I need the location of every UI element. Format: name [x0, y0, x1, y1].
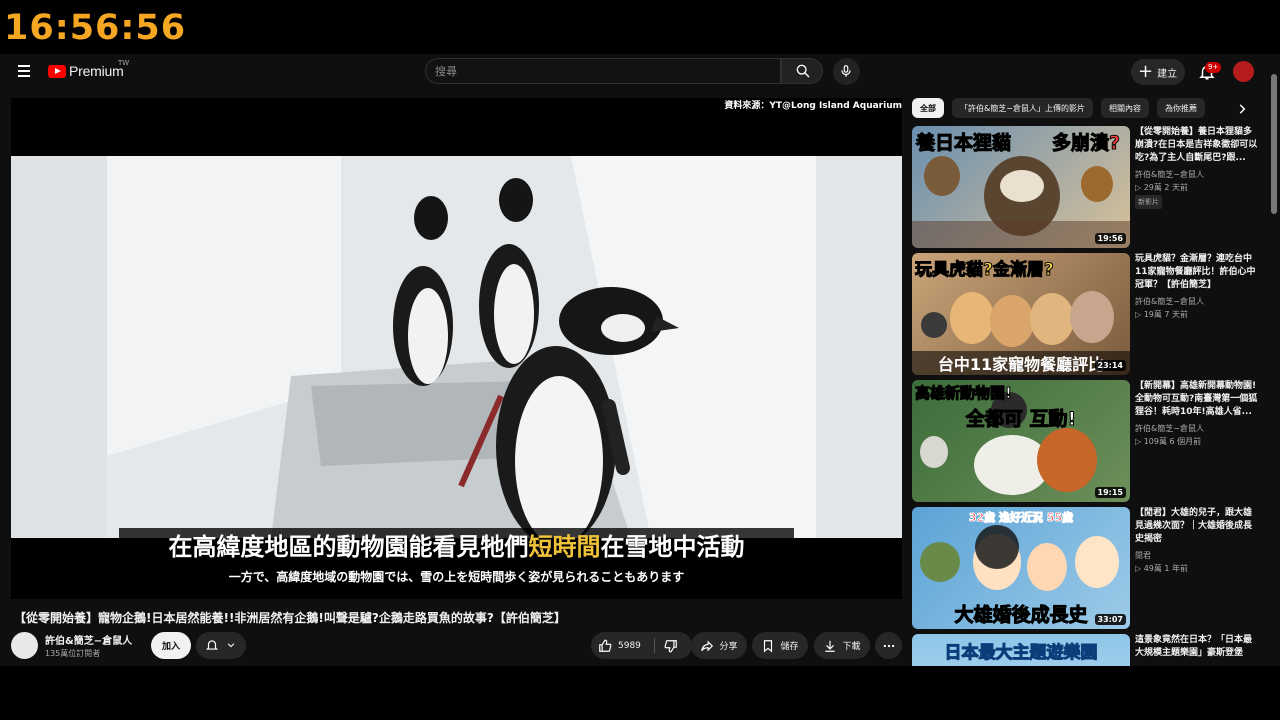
related-video-item[interactable]: 32歲 逸好近況 55歲 大雄婚後成長史 33:07 【閒君】大雄的兒子，跟大雄… [912, 507, 1262, 629]
related-video-item[interactable]: 日本最大主題遊樂園 這景象竟然在日本？「日本最大規模主題樂園」豪斯登堡 [912, 634, 1262, 666]
chip-recommended[interactable]: 為你推薦 [1156, 98, 1205, 118]
dislike-button[interactable] [655, 632, 692, 659]
search-icon [796, 64, 810, 78]
thumbnail-caption-bottom: 全都可 互動! [965, 408, 1077, 431]
youtube-premium-logo[interactable]: Premium TW [48, 59, 129, 79]
account-avatar[interactable] [1233, 61, 1254, 82]
related-video-item[interactable]: 玩具虎貓?金漸層? 台中11家寵物餐廳評比 23:14 玩具虎貓？金漸層？連吃台… [912, 253, 1262, 375]
thumbnail-caption-top: 高雄新動物園! [915, 384, 1013, 403]
share-label: 分享 [719, 642, 738, 652]
thumbnail-caption-top: 玩具虎貓?金漸層? [915, 260, 1055, 281]
subtitle-zh-highlight: 短時間 [528, 533, 601, 561]
related-video-title[interactable]: 這景象竟然在日本？「日本最大規模主題樂園」豪斯登堡 [1135, 634, 1259, 660]
thumbs-up-icon [599, 639, 612, 652]
create-label: 建立 [1157, 68, 1178, 80]
thumbnail-caption-top: 日本最大主題遊樂園 [944, 643, 1098, 664]
microphone-icon [841, 65, 851, 77]
hamburger-icon-line [18, 75, 30, 77]
masthead: Premium TW + 建立 9+ [0, 54, 1280, 90]
page-scrollbar[interactable] [1270, 64, 1278, 664]
search-input[interactable] [426, 59, 780, 83]
source-credit: 資料來源：YT@Long Island Aquarium [724, 101, 902, 111]
related-video-channel[interactable]: 閒君 [1135, 550, 1151, 561]
more-horizontal-icon [883, 644, 894, 647]
video-duration: 33:07 [1094, 614, 1126, 625]
plus-icon: + [1138, 61, 1154, 82]
share-arrow-icon [701, 640, 714, 651]
subtitle-japanese: 一方で、高緯度地域の動物園では、雪の上を短時間歩く姿が見られることもあります [228, 570, 685, 584]
channel-name[interactable]: 許伯&簡芝−倉鼠人 [45, 632, 132, 647]
thumbnail-caption-bottom: 多崩潰? [1051, 132, 1120, 155]
subtitle-zh-before: 在高緯度地區的動物園能看見牠們 [168, 533, 529, 561]
voice-search-button[interactable] [833, 58, 860, 85]
related-video-title[interactable]: 玩具虎貓？金漸層？連吃台中11家寵物餐廳評比！許伯心中冠軍？【許伯簡芝】 [1135, 253, 1259, 292]
join-button[interactable]: 加入 [151, 632, 191, 659]
subtitle-zh-after: 在雪地中活動 [600, 533, 745, 561]
chips-next-button[interactable] [1231, 98, 1253, 120]
video-thumbnail[interactable]: 養日本狸貓 多崩潰? 19:56 [912, 126, 1130, 248]
bell-icon [205, 640, 219, 650]
hamburger-icon [18, 65, 30, 67]
video-duration: 19:15 [1094, 487, 1126, 498]
bookmark-icon [764, 639, 773, 652]
search-box [425, 58, 781, 84]
related-video-meta: ▷ 29萬 2 天前 [1135, 183, 1189, 192]
related-video-item[interactable]: 養日本狸貓 多崩潰? 19:56 【從零開始養】養日本狸貓多崩潰?在日本是吉祥象… [912, 126, 1262, 248]
related-video-channel[interactable]: 許伯&簡芝−倉鼠人 [1135, 423, 1204, 434]
like-dislike-group: 5989 [591, 632, 692, 659]
chip-from-channel[interactable]: 「許伯&簡芝−倉鼠人」上傳的影片 [952, 98, 1093, 118]
logo-text: Premium [69, 63, 124, 79]
guide-menu-button[interactable] [14, 62, 34, 82]
related-video-channel[interactable]: 許伯&簡芝−倉鼠人 [1135, 169, 1204, 180]
search-button[interactable] [781, 58, 823, 84]
related-video-channel[interactable]: 許伯&簡芝−倉鼠人 [1135, 296, 1204, 307]
video-thumbnail[interactable]: 32歲 逸好近況 55歲 大雄婚後成長史 33:07 [912, 507, 1130, 629]
download-label: 下載 [842, 642, 861, 652]
share-button[interactable]: 分享 [691, 632, 747, 659]
save-button[interactable]: 儲存 [752, 632, 808, 659]
related-video-title[interactable]: 【閒君】大雄的兒子，跟大雄見過幾次面？｜大雄婚後成長史揭密 [1135, 507, 1259, 546]
related-video-meta: ▷ 49萬 1 年前 [1135, 564, 1189, 573]
video-duration: 19:56 [1094, 233, 1126, 244]
youtube-watch-page: Premium TW + 建立 9+ 資料來源：YT@Long Island A… [0, 54, 1280, 666]
download-icon [825, 640, 836, 652]
thumbs-down-icon [664, 639, 677, 652]
notification-badge: 9+ [1205, 62, 1222, 73]
subtitle-chinese: 在高緯度地區的動物園能看見牠們短時間在雪地中活動 [119, 528, 794, 566]
new-video-badge: 新影片 [1135, 195, 1162, 209]
hamburger-icon-line [18, 70, 30, 72]
related-video-title[interactable]: 【新開幕】高雄新開幕動物園!全動物可互動?南臺灣第一個狐狸谷！耗時10年!高雄人… [1135, 380, 1259, 419]
video-frame[interactable] [11, 156, 902, 538]
penguins-scene [107, 156, 816, 538]
logo-country-code: TW [118, 59, 130, 67]
like-button[interactable]: 5989 [591, 632, 654, 659]
save-label: 儲存 [780, 642, 799, 652]
chevron-right-icon [1239, 104, 1246, 114]
related-filter-chips: 全部 「許伯&簡芝−倉鼠人」上傳的影片 相關內容 為你推薦 [912, 98, 1205, 118]
video-thumbnail[interactable]: 玩具虎貓?金漸層? 台中11家寵物餐廳評比 23:14 [912, 253, 1130, 375]
related-video-meta: ▷ 109萬 6 個月前 [1135, 437, 1202, 446]
video-thumbnail[interactable]: 日本最大主題遊樂園 [912, 634, 1130, 666]
video-player[interactable]: 資料來源：YT@Long Island Aquarium 在高緯度地區的動物園能… [11, 98, 902, 599]
scrollbar-thumb[interactable] [1271, 74, 1277, 214]
subscriber-count: 135萬位訂閱者 [45, 649, 101, 658]
chip-all[interactable]: 全部 [912, 98, 944, 118]
related-video-item[interactable]: 高雄新動物園! 全都可 互動! 19:15 【新開幕】高雄新開幕動物園!全動物可… [912, 380, 1262, 502]
download-button[interactable]: 下載 [814, 632, 870, 659]
youtube-play-icon [48, 64, 66, 78]
thumbnail-caption-top: 32歲 逸好近況 55歲 [968, 511, 1074, 525]
video-duration: 23:14 [1094, 360, 1126, 371]
channel-avatar[interactable] [11, 632, 38, 659]
like-count: 5989 [618, 640, 641, 651]
subscribed-notifications-button[interactable] [196, 632, 246, 659]
video-thumbnail[interactable]: 高雄新動物園! 全都可 互動! 19:15 [912, 380, 1130, 502]
more-actions-button[interactable] [875, 632, 902, 659]
chip-related[interactable]: 相關內容 [1100, 98, 1149, 118]
overlay-clock: 16:56:56 [4, 8, 187, 48]
related-video-meta: ▷ 19萬 7 天前 [1135, 310, 1189, 319]
chevron-down-icon [227, 643, 235, 648]
video-title: 【從零開始養】寵物企鵝!日本居然能養!!非洲居然有企鵝!叫聲是驢?企鵝走路買魚的… [14, 611, 566, 625]
create-button[interactable]: + 建立 [1131, 59, 1185, 85]
related-video-title[interactable]: 【從零開始養】養日本狸貓多崩潰?在日本是吉祥象徵卻可以吃?為了主人自斷尾巴?跟.… [1135, 126, 1259, 165]
